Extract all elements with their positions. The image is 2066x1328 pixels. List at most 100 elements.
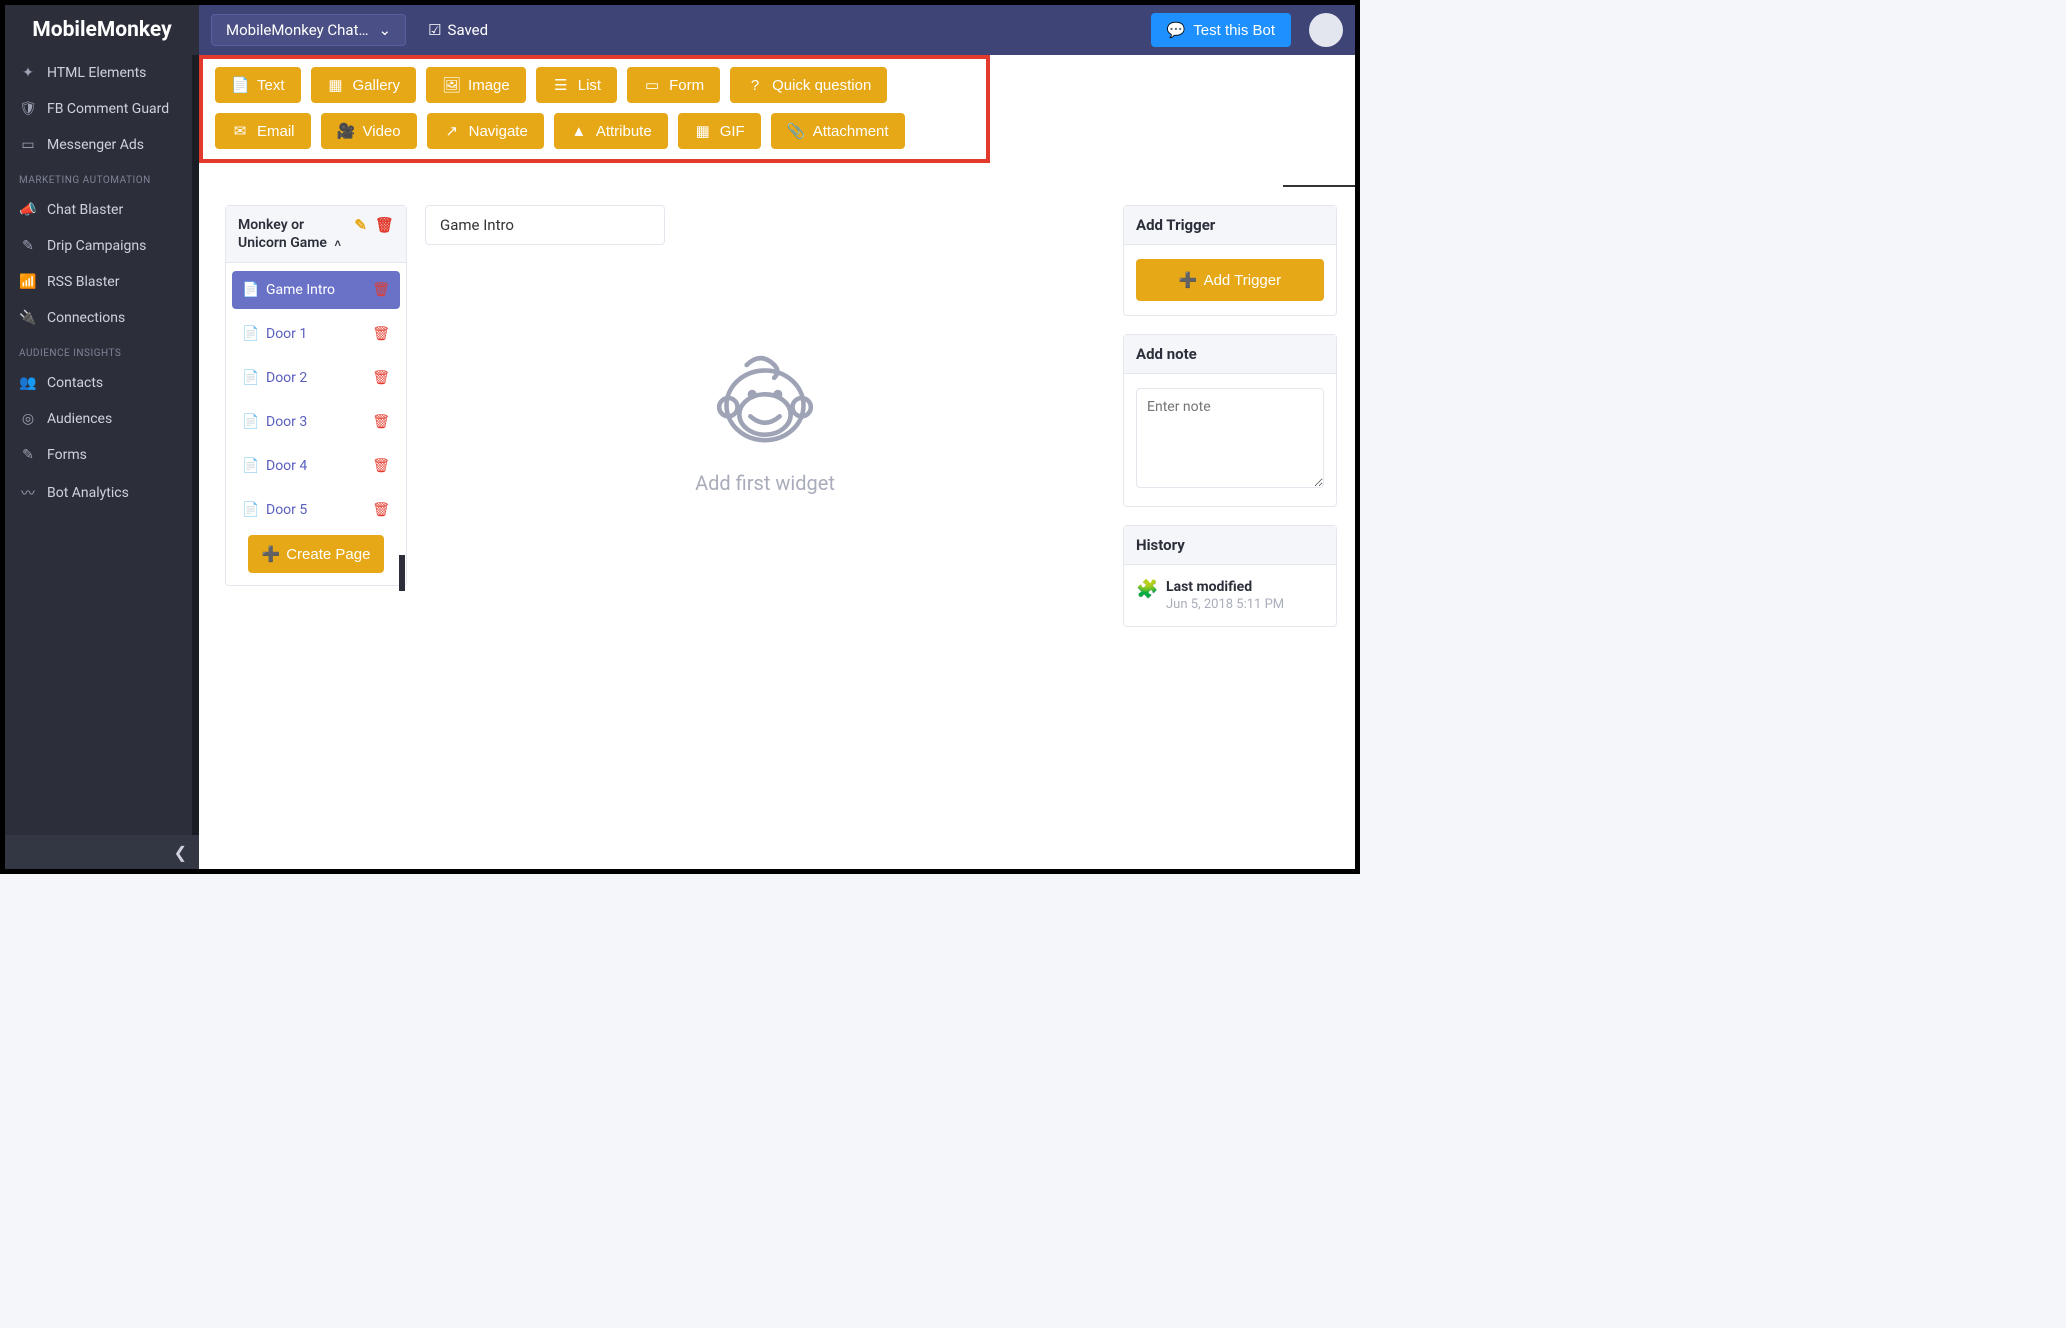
text-icon: 📄 xyxy=(231,76,249,94)
sidebar-item-rss-blaster[interactable]: 📶 RSS Blaster xyxy=(5,264,199,300)
left-sidebar: MobileMonkey ✦ HTML Elements 🛡 FB Commen… xyxy=(5,5,199,869)
canvas-title-text: Game Intro xyxy=(440,216,514,234)
page-item-door-2[interactable]: 📄 Door 2 🗑 xyxy=(232,359,400,397)
pages-panel: Monkey or Unicorn Game ˄ ✎ 🗑 📄 Game Intr… xyxy=(225,205,407,586)
page-item-game-intro[interactable]: 📄 Game Intro 🗑 xyxy=(232,271,400,309)
page-item-door-4[interactable]: 📄 Door 4 🗑 xyxy=(232,447,400,485)
sidebar-item-label: HTML Elements xyxy=(47,65,146,81)
widget-btn-label: Image xyxy=(468,77,510,94)
chevron-down-icon: ⌄ xyxy=(379,21,392,39)
sidebar-item-forms[interactable]: ✎ Forms xyxy=(5,437,199,473)
page-item-label: Door 4 xyxy=(266,458,364,474)
form-icon: ✎ xyxy=(19,447,37,463)
page-item-label: Game Intro xyxy=(266,282,364,298)
widget-btn-label: Attribute xyxy=(596,123,652,140)
widget-btn-form[interactable]: ▭Form xyxy=(627,67,720,103)
page-item-door-1[interactable]: 📄 Door 1 🗑 xyxy=(232,315,400,353)
delete-group-button[interactable]: 🗑 xyxy=(375,216,394,234)
widget-btn-navigate[interactable]: ↗Navigate xyxy=(427,113,544,149)
widget-btn-image[interactable]: 🖼Image xyxy=(426,67,526,103)
widget-toolbar: 📄Text ▦Gallery 🖼Image ☰List ▭Form ?Quick… xyxy=(199,55,990,163)
shield-icon: 🛡 xyxy=(19,101,37,117)
widget-btn-attribute[interactable]: ▲ Attribute xyxy=(554,113,668,149)
widget-btn-quick-question[interactable]: ?Quick question xyxy=(730,67,887,103)
sidebar-item-messenger-ads[interactable]: ▭ Messenger Ads xyxy=(5,127,199,163)
email-icon: ✉ xyxy=(231,122,249,140)
sidebar-item-html-elements[interactable]: ✦ HTML Elements xyxy=(5,55,199,91)
delete-page-button[interactable]: 🗑 xyxy=(372,326,390,342)
sidebar-item-chat-blaster[interactable]: 📣 Chat Blaster xyxy=(5,192,199,228)
widget-btn-label: Navigate xyxy=(469,123,528,140)
page-group-title[interactable]: Monkey or Unicorn Game ˄ xyxy=(238,216,348,252)
history-last-modified-date: Jun 5, 2018 5:11 PM xyxy=(1166,597,1284,612)
puzzle-icon: 🧩 xyxy=(1136,579,1156,600)
history-heading: History xyxy=(1124,526,1336,565)
plus-circle-icon: ➕ xyxy=(1179,271,1198,289)
rss-icon: 📶 xyxy=(19,274,37,290)
canvas-title-input[interactable]: Game Intro xyxy=(425,205,665,245)
attribute-icon: ▲ xyxy=(570,123,588,140)
widget-btn-label: Text xyxy=(257,77,285,94)
saved-label: Saved xyxy=(448,21,489,39)
sidebar-item-connections[interactable]: 🔌 Connections xyxy=(5,300,199,336)
delete-page-button[interactable]: 🗑 xyxy=(372,414,390,430)
sidebar-collapse-button[interactable]: ❮ xyxy=(5,835,199,869)
add-trigger-button[interactable]: ➕ Add Trigger xyxy=(1136,259,1324,301)
user-avatar[interactable] xyxy=(1309,13,1343,47)
widget-btn-label: Quick question xyxy=(772,77,871,94)
trigger-heading: Add Trigger xyxy=(1124,206,1336,245)
sidebar-item-label: Audiences xyxy=(47,411,112,427)
delete-page-button[interactable]: 🗑 xyxy=(372,458,390,474)
sidebar-item-drip-campaigns[interactable]: ✎ Drip Campaigns xyxy=(5,228,199,264)
note-panel: Add note xyxy=(1123,334,1337,507)
widget-btn-list[interactable]: ☰List xyxy=(536,67,617,103)
plug-icon: 🔌 xyxy=(19,310,37,326)
widget-btn-label: Video xyxy=(363,123,401,140)
edit-group-button[interactable]: ✎ xyxy=(354,216,367,234)
sidebar-item-fb-comment-guard[interactable]: 🛡 FB Comment Guard xyxy=(5,91,199,127)
page-icon: 📄 xyxy=(242,326,258,342)
sidebar-item-label: Chat Blaster xyxy=(47,202,123,218)
widget-btn-text[interactable]: 📄 Text xyxy=(215,67,301,103)
test-bot-button[interactable]: 💬 Test this Bot xyxy=(1151,13,1291,47)
page-item-label: Door 1 xyxy=(266,326,364,342)
page-item-label: Door 5 xyxy=(266,502,364,518)
delete-page-button[interactable]: 🗑 xyxy=(372,502,390,518)
sidebar-item-label: Messenger Ads xyxy=(47,137,144,153)
widget-btn-gif[interactable]: ▦ GIF xyxy=(678,113,761,149)
delete-page-button[interactable]: 🗑 xyxy=(372,370,390,386)
page-icon: 📄 xyxy=(242,414,258,430)
widget-btn-label: GIF xyxy=(720,123,745,140)
page-icon: 📄 xyxy=(242,370,258,386)
sidebar-item-contacts[interactable]: 👥 Contacts xyxy=(5,365,199,401)
chevron-left-icon: ❮ xyxy=(174,843,187,862)
page-item-door-3[interactable]: 📄 Door 3 🗑 xyxy=(232,403,400,441)
messenger-icon: 💬 xyxy=(1167,21,1186,39)
note-heading: Add note xyxy=(1124,335,1336,374)
canvas-empty-text: Add first widget xyxy=(695,471,835,495)
target-icon: ◎ xyxy=(19,411,37,427)
create-page-label: Create Page xyxy=(286,546,370,563)
history-panel: History 🧩 Last modified Jun 5, 2018 5:11… xyxy=(1123,525,1337,627)
note-textarea[interactable] xyxy=(1136,388,1324,488)
create-page-button[interactable]: ➕ Create Page xyxy=(248,535,385,573)
page-item-label: Door 2 xyxy=(266,370,364,386)
bot-selector-dropdown[interactable]: MobileMonkey Chat… ⌄ xyxy=(211,14,406,46)
check-icon: ☑ xyxy=(428,21,441,39)
sidebar-item-label: Connections xyxy=(47,310,125,326)
sidebar-item-bot-analytics[interactable]: 〰 Bot Analytics xyxy=(5,473,199,513)
sidebar-item-audiences[interactable]: ◎ Audiences xyxy=(5,401,199,437)
delete-page-button[interactable]: 🗑 xyxy=(372,282,390,298)
page-icon: 📄 xyxy=(242,282,258,298)
video-icon: 🎥 xyxy=(337,122,355,140)
sidebar-item-label: Contacts xyxy=(47,375,103,391)
page-item-door-5[interactable]: 📄 Door 5 🗑 xyxy=(232,491,400,529)
gif-icon: ▦ xyxy=(694,122,712,140)
widget-btn-email[interactable]: ✉Email xyxy=(215,113,311,149)
pencil-icon: ✎ xyxy=(19,238,37,254)
widget-btn-gallery[interactable]: ▦Gallery xyxy=(311,67,417,103)
brand-logo: MobileMonkey xyxy=(5,5,199,55)
widget-btn-video[interactable]: 🎥 Video xyxy=(321,113,417,149)
widget-btn-attachment[interactable]: 📎Attachment xyxy=(771,113,905,149)
widget-btn-label: Gallery xyxy=(353,77,401,94)
